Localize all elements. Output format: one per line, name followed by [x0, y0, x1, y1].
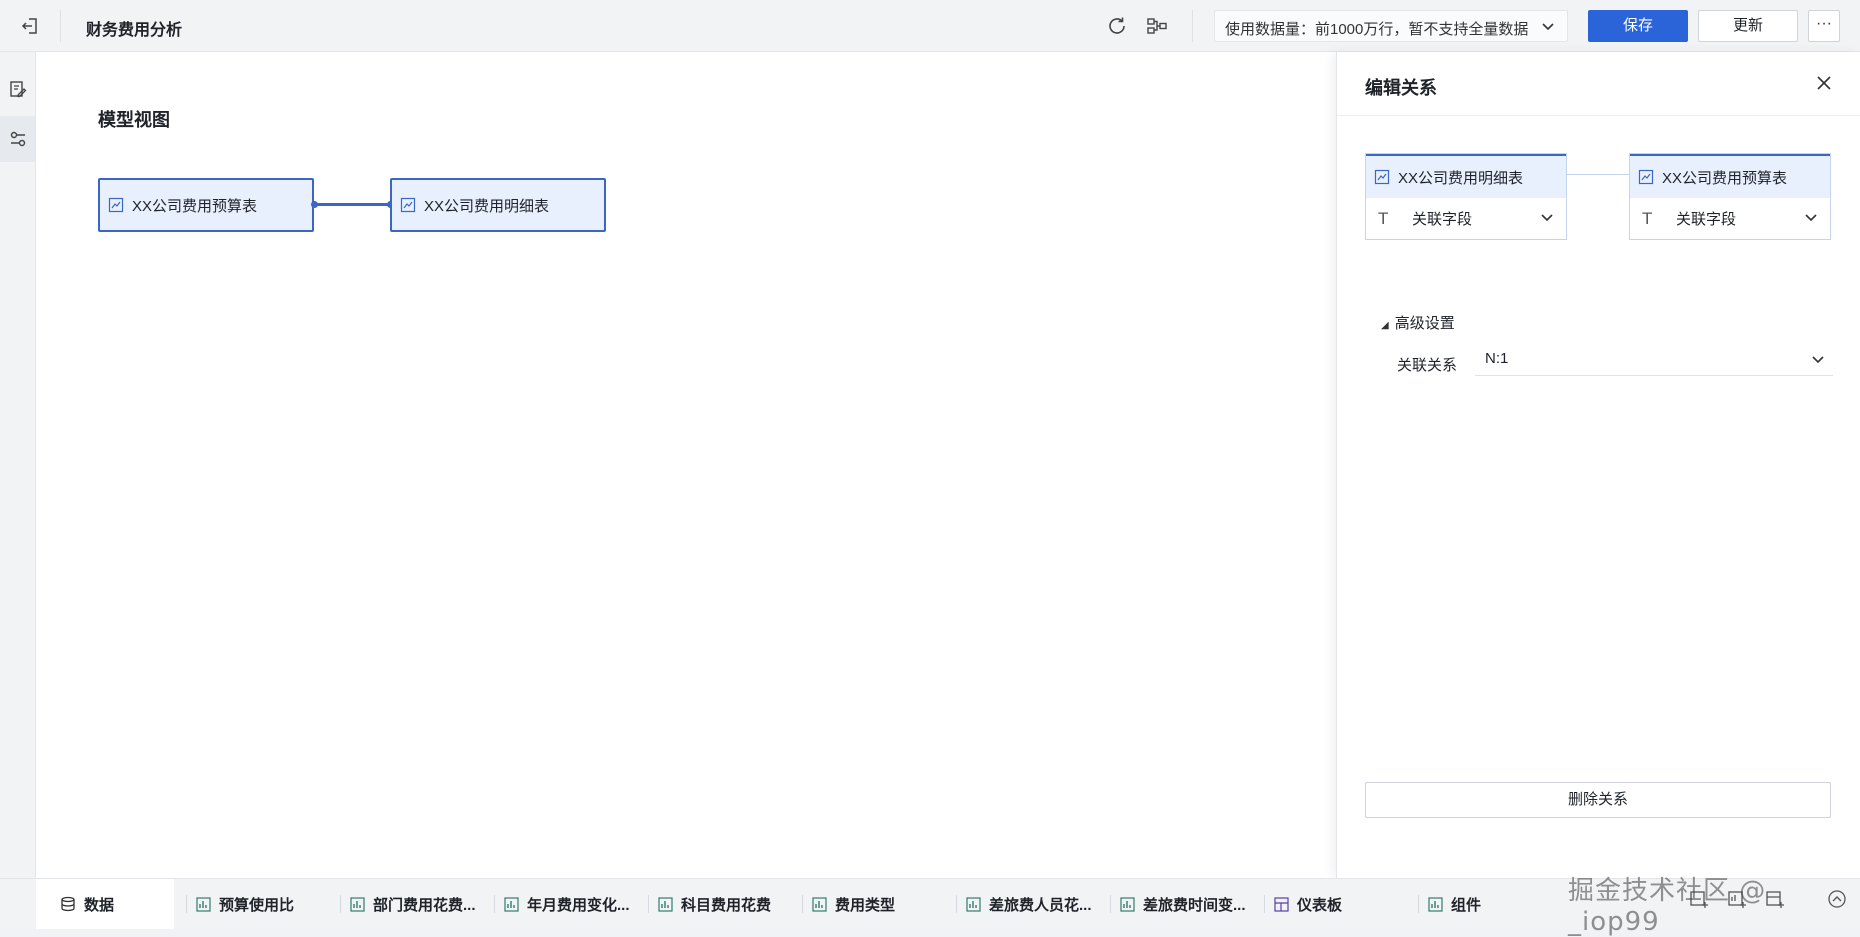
table-node-budget[interactable]: XX公司费用预算表 — [98, 178, 314, 232]
tab-label: 数据 — [84, 896, 115, 914]
chevron-down-icon — [1812, 356, 1824, 364]
relation-graph-icon[interactable] — [1146, 15, 1168, 37]
divider — [1192, 10, 1193, 42]
relation-endpoint — [311, 201, 318, 208]
chart-icon — [1428, 896, 1443, 912]
right-table-card: XX公司费用预算表 T 关联字段 — [1629, 153, 1831, 240]
chevron-down-icon — [1542, 23, 1554, 31]
save-button[interactable]: 保存 — [1588, 10, 1688, 42]
right-table-header: XX公司费用预算表 — [1630, 154, 1830, 198]
tab-data[interactable]: 数据 — [36, 879, 174, 929]
chart-icon — [966, 896, 981, 912]
close-icon[interactable] — [1815, 74, 1833, 92]
right-field-select[interactable]: T 关联字段 — [1630, 198, 1830, 239]
text-type-icon: T — [1642, 208, 1653, 228]
tab-label: 科目费用花费 — [681, 896, 772, 914]
page-title: 财务费用分析 — [86, 22, 183, 39]
table-node-detail[interactable]: XX公司费用明细表 — [390, 178, 606, 232]
caret-icon: ◢ — [1381, 320, 1389, 331]
chart-icon — [658, 896, 673, 912]
divider — [956, 895, 957, 913]
advanced-settings-label: 高级设置 — [1394, 315, 1455, 332]
chart-icon — [1120, 896, 1135, 912]
left-table-card: XX公司费用明细表 T 关联字段 — [1365, 153, 1567, 240]
chart-icon — [812, 896, 827, 912]
tab-dept-cost[interactable]: 部门费用花费... — [350, 879, 476, 929]
table-chart-icon — [108, 197, 124, 213]
divider — [186, 895, 187, 913]
chart-icon — [196, 896, 211, 912]
tab-label: 预算使用比 — [219, 896, 295, 914]
tab-subject-cost[interactable]: 科目费用花费 — [658, 879, 771, 929]
divider — [1110, 895, 1111, 913]
divider — [60, 10, 61, 42]
database-icon — [61, 896, 75, 912]
tab-dashboard[interactable]: 仪表板 — [1274, 879, 1342, 929]
panel-header: 编辑关系 — [1337, 52, 1860, 116]
tab-budget-ratio[interactable]: 预算使用比 — [196, 879, 294, 929]
right-table-name: XX公司费用预算表 — [1662, 169, 1788, 187]
refresh-icon[interactable] — [1106, 15, 1128, 37]
dashboard-icon — [1274, 896, 1289, 912]
tab-label: 部门费用花费... — [373, 896, 476, 914]
tab-monthly-change[interactable]: 年月费用变化... — [504, 879, 630, 929]
node-label: XX公司费用明细表 — [424, 197, 550, 215]
tab-label: 年月费用变化... — [527, 896, 630, 914]
tab-cost-type[interactable]: 费用类型 — [812, 879, 895, 929]
divider — [494, 895, 495, 913]
table-chart-icon — [1374, 169, 1390, 185]
delete-relation-button[interactable]: 删除关系 — [1365, 782, 1831, 818]
sidebar-item-relations[interactable] — [0, 116, 35, 162]
relation-line[interactable] — [314, 203, 390, 206]
tab-components[interactable]: 组件 — [1428, 879, 1481, 929]
text-type-icon: T — [1378, 208, 1389, 228]
tab-label: 费用类型 — [835, 896, 896, 914]
exit-icon[interactable] — [20, 16, 40, 36]
divider — [802, 895, 803, 913]
chevron-down-icon — [1805, 214, 1817, 222]
top-bar: 财务费用分析 使用数据量：前1000万行，暂不支持全量数据 保存 更新 ··· — [0, 0, 1860, 52]
chart-icon — [350, 896, 365, 912]
divider — [340, 895, 341, 913]
tab-travel-person[interactable]: 差旅费人员花... — [966, 879, 1092, 929]
relation-link-line — [1567, 174, 1629, 175]
left-field-select[interactable]: T 关联字段 — [1366, 198, 1566, 239]
model-view-title: 模型视图 — [98, 110, 170, 130]
tab-label: 差旅费人员花... — [989, 896, 1092, 914]
data-scope-select[interactable]: 使用数据量：前1000万行，暂不支持全量数据 — [1214, 10, 1568, 42]
divider — [648, 895, 649, 913]
tab-label: 组件 — [1451, 896, 1482, 914]
table-chart-icon — [400, 197, 416, 213]
edit-document-icon — [9, 81, 26, 98]
relation-type-label: 关联关系 — [1397, 357, 1458, 374]
relation-icon — [10, 131, 25, 147]
sidebar-item-edit[interactable] — [0, 66, 35, 112]
model-canvas: 模型视图 XX公司费用预算表 XX公司费用明细表 — [36, 52, 1336, 878]
divider — [1418, 895, 1419, 913]
right-field-label: 关联字段 — [1676, 211, 1737, 228]
tab-label: 仪表板 — [1297, 896, 1343, 914]
update-button[interactable]: 更新 — [1698, 10, 1798, 42]
left-field-label: 关联字段 — [1412, 211, 1473, 228]
tab-label: 差旅费时间变... — [1143, 896, 1246, 914]
left-table-header: XX公司费用明细表 — [1366, 154, 1566, 198]
chevron-down-icon — [1541, 214, 1553, 222]
left-sidebar — [0, 52, 36, 878]
chart-icon — [504, 896, 519, 912]
advanced-settings-toggle[interactable]: ◢ 高级设置 — [1381, 312, 1455, 333]
tab-travel-time[interactable]: 差旅费时间变... — [1120, 879, 1246, 929]
data-scope-value: 使用数据量：前1000万行，暂不支持全量数据 — [1225, 21, 1529, 38]
panel-title: 编辑关系 — [1365, 78, 1437, 98]
left-table-name: XX公司费用明细表 — [1398, 169, 1524, 187]
node-label: XX公司费用预算表 — [132, 197, 258, 215]
edit-relation-panel: 编辑关系 XX公司费用明细表 T 关联字段 XX公司费用预算表 T 关联字段 ◢… — [1336, 52, 1860, 878]
divider — [1264, 895, 1265, 913]
watermark: 掘金技术社区 @ _iop99 — [1568, 876, 1767, 937]
more-button[interactable]: ··· — [1808, 10, 1840, 42]
table-chart-icon — [1638, 169, 1654, 185]
relation-type-value: N:1 — [1485, 350, 1509, 367]
relation-type-select[interactable]: N:1 — [1475, 342, 1833, 376]
